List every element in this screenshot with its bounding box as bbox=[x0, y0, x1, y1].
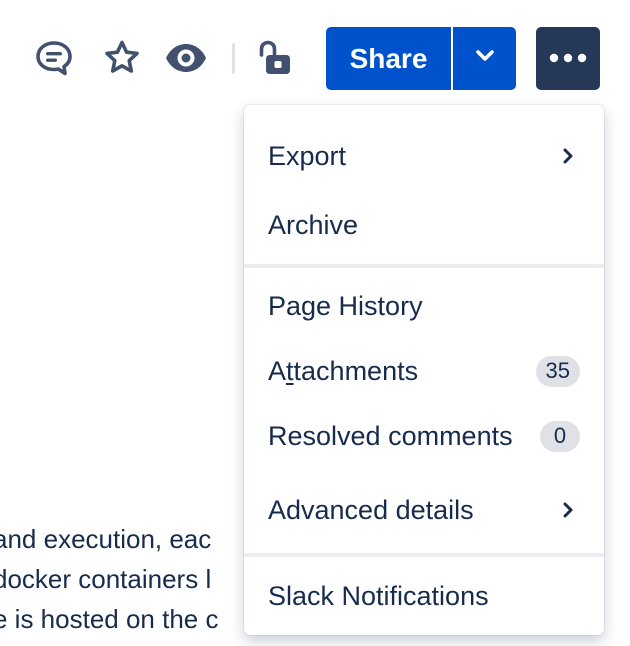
menu-item-attachments[interactable]: Attachments 35 bbox=[244, 341, 604, 401]
menu-item-label: Archive bbox=[268, 209, 359, 240]
menu-item-export[interactable]: Export bbox=[244, 126, 604, 186]
menu-item-label: Attachments bbox=[268, 355, 419, 386]
share-dropdown-button[interactable] bbox=[453, 27, 516, 90]
chevron-right-icon bbox=[559, 501, 577, 519]
eye-icon[interactable] bbox=[164, 36, 208, 80]
menu-item-resolved-comments[interactable]: Resolved comments 0 bbox=[244, 406, 604, 466]
star-icon[interactable] bbox=[100, 36, 144, 80]
chevron-right-icon bbox=[559, 147, 577, 165]
more-actions-button[interactable] bbox=[536, 27, 600, 90]
resolved-comments-count-badge: 0 bbox=[540, 420, 580, 452]
menu-item-label: Page History bbox=[268, 290, 423, 321]
menu-item-label: Resolved comments bbox=[268, 420, 513, 451]
chevron-down-icon bbox=[475, 49, 495, 68]
page-body-line: docker containers l bbox=[0, 564, 212, 594]
comment-icon[interactable] bbox=[32, 36, 76, 80]
attachments-count-badge: 35 bbox=[535, 355, 580, 387]
page: Share and execution, eac docker containe… bbox=[0, 0, 630, 646]
menu-item-advanced-details[interactable]: Advanced details bbox=[244, 480, 604, 540]
menu-separator bbox=[244, 553, 604, 557]
page-body-line: e is hosted on the c bbox=[0, 604, 219, 634]
menu-item-label: Slack Notifications bbox=[268, 580, 489, 611]
share-button-group: Share bbox=[326, 27, 516, 90]
menu-item-label: Export bbox=[268, 140, 347, 171]
unlock-icon[interactable] bbox=[252, 36, 296, 80]
page-body-line: and execution, eac bbox=[0, 524, 212, 554]
more-actions-menu: Export Archive Page History Attachments … bbox=[244, 105, 604, 635]
toolbar-divider bbox=[232, 43, 235, 74]
menu-item-archive[interactable]: Archive bbox=[244, 195, 604, 255]
menu-item-label: Advanced details bbox=[268, 494, 474, 525]
menu-item-page-history[interactable]: Page History bbox=[244, 276, 604, 336]
menu-item-slack-notifications[interactable]: Slack Notifications bbox=[244, 566, 604, 626]
menu-separator bbox=[244, 264, 604, 268]
share-button[interactable]: Share bbox=[326, 27, 451, 90]
more-horizontal-icon bbox=[548, 50, 588, 68]
